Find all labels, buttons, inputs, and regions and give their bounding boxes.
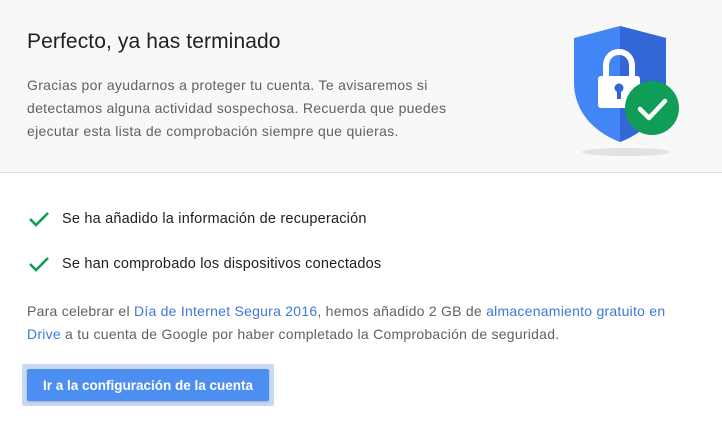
safer-internet-day-link[interactable]: Día de Internet Segura 2016 xyxy=(134,303,317,319)
promo-text: , hemos añadido 2 GB de xyxy=(317,303,487,319)
checklist-item-label: Se han comprobado los dispositivos conec… xyxy=(62,256,382,272)
page-description: Gracias por ayudarnos a proteger tu cuen… xyxy=(27,77,447,139)
shield-lock-icon xyxy=(574,26,679,156)
shield-illustration xyxy=(560,24,690,162)
page-title: Perfecto, ya has terminado xyxy=(27,30,281,53)
checkmark-icon xyxy=(28,210,50,228)
check-badge-icon xyxy=(625,81,679,135)
promo-message: Para celebrar el Día de Internet Segura … xyxy=(27,300,697,346)
promo-text: Para celebrar el xyxy=(27,303,134,319)
go-to-account-settings-button[interactable]: Ir a la configuración de la cuenta xyxy=(27,369,269,401)
summary-header: Perfecto, ya has terminado Gracias por a… xyxy=(0,0,722,173)
completion-card: Perfecto, ya has terminado Gracias por a… xyxy=(0,0,722,426)
promo-text: a tu cuenta de Google por haber completa… xyxy=(60,326,560,342)
checklist-item-label: Se ha añadido la información de recupera… xyxy=(62,211,367,227)
checkmark-icon xyxy=(28,255,50,273)
checklist-item-devices: Se han comprobado los dispositivos conec… xyxy=(28,252,381,276)
checklist-item-recovery-info: Se ha añadido la información de recupera… xyxy=(28,207,367,231)
